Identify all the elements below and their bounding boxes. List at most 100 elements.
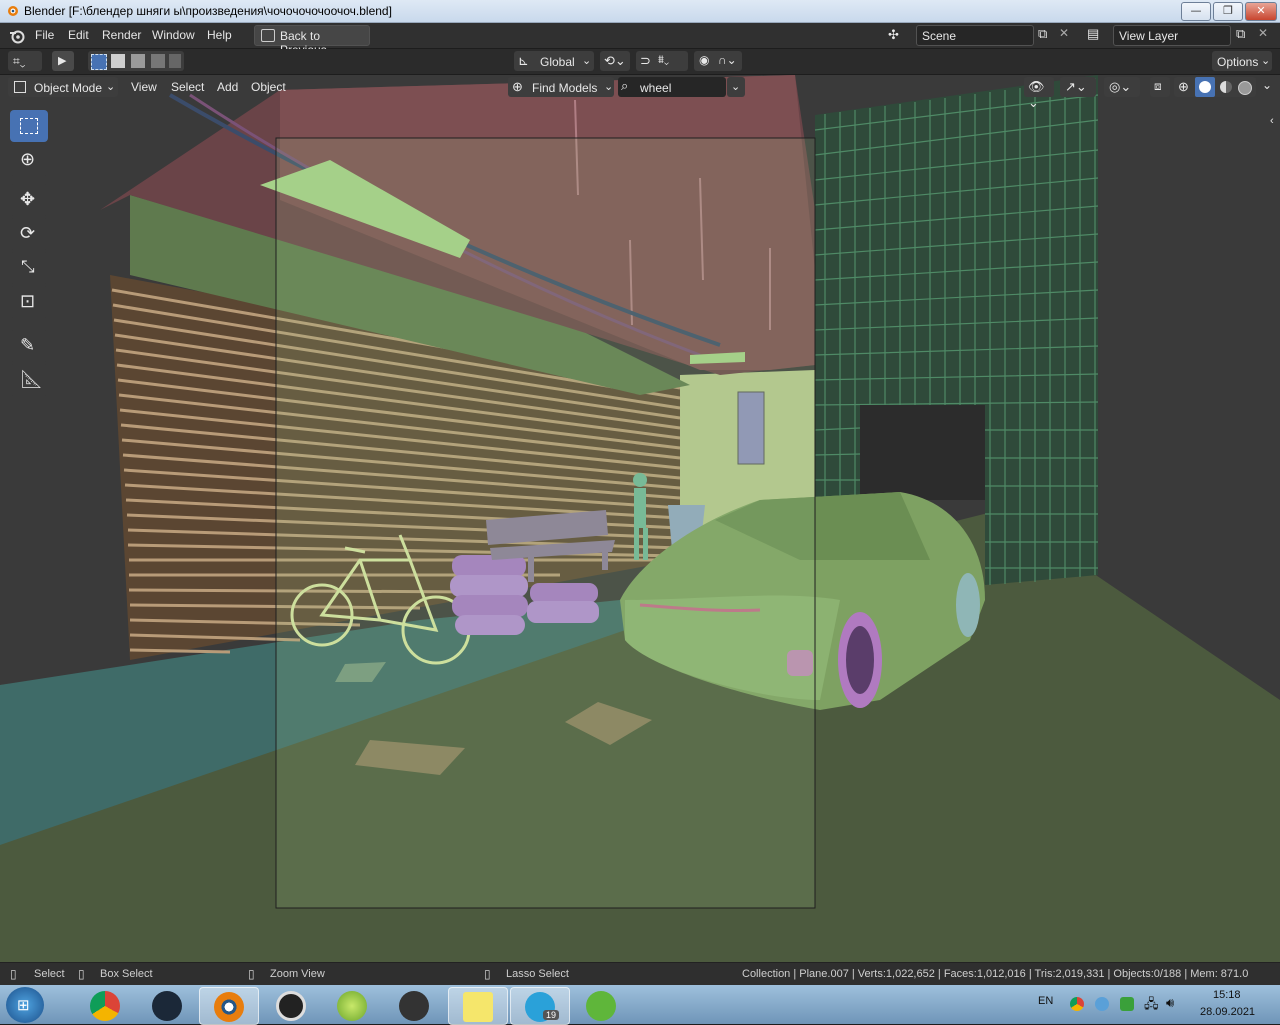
status-lasso-select: Lasso Select [506, 968, 569, 980]
tray-chrome-icon[interactable] [1070, 997, 1084, 1011]
scene-render [0, 75, 1280, 962]
select-new-icon[interactable] [91, 54, 107, 70]
menu-add[interactable]: Add [217, 80, 238, 94]
find-models-dropdown[interactable]: ⊕ Find Models ⌄ [508, 77, 614, 97]
view-layer-icon[interactable]: ▤ [1087, 26, 1099, 42]
view-layer-field[interactable]: View Layer [1113, 25, 1231, 46]
snapping-group[interactable]: ⊃ ⩩⌄ [636, 51, 688, 71]
cursor-icon: ⊕ [20, 149, 36, 169]
blender-logo-icon [8, 6, 18, 16]
select-subtract-icon[interactable] [131, 54, 145, 68]
eye-icon: 👁︎⌄ [1028, 79, 1045, 110]
xray-toggle[interactable]: ⧈ [1150, 77, 1170, 97]
menu-select[interactable]: Select [171, 80, 204, 94]
menu-object[interactable]: Object [251, 80, 286, 94]
telegram-badge: 19 [543, 1010, 560, 1020]
delete-view-layer-icon[interactable]: ✕ [1258, 26, 1268, 40]
select-invert-icon[interactable] [151, 54, 165, 68]
move-tool[interactable]: ✥ [10, 184, 48, 216]
language-indicator[interactable]: EN [1038, 995, 1053, 1007]
clock-date[interactable]: 28.09.2021 [1200, 1006, 1255, 1018]
scene-selector-icon[interactable]: ✣ [884, 25, 914, 45]
start-button[interactable]: ⊞ [6, 987, 44, 1023]
tray-app-icon[interactable] [1095, 997, 1109, 1011]
close-window-button[interactable]: ✕ [1245, 2, 1277, 21]
active-tool-button[interactable]: ▶ [52, 51, 74, 71]
maximize-button[interactable]: ❐ [1213, 2, 1243, 21]
taskbar-blender[interactable] [199, 987, 259, 1025]
back-to-previous-button[interactable]: Back to Previous [254, 25, 370, 57]
tray-shield-icon[interactable] [1120, 997, 1134, 1011]
menu-view[interactable]: View [131, 80, 157, 94]
transform-icon: ⊡ [20, 291, 36, 311]
menu-file[interactable]: File [35, 28, 54, 42]
taskbar-chrome[interactable] [76, 987, 134, 1023]
view-layer-name: View Layer [1119, 29, 1179, 43]
options-dropdown[interactable]: Options ⌄ [1212, 51, 1272, 71]
taskbar-utorrent[interactable] [572, 987, 630, 1023]
chevron-down-icon: ⌄ [582, 55, 592, 67]
measure-tool[interactable]: 📐︎ [10, 364, 48, 396]
sticky-notes-icon [463, 992, 493, 1022]
transform-tool[interactable]: ⊡ [10, 286, 48, 318]
solid-shading-button[interactable] [1195, 77, 1215, 97]
shading-chevron-icon[interactable]: ⌄ [1262, 78, 1272, 92]
pivot-icon: ⟲⌄ [604, 53, 626, 68]
xray-icon: ⧈ [1154, 79, 1162, 93]
shading-mode-group: ⊕ [1174, 77, 1256, 97]
clock-time[interactable]: 15:18 [1213, 989, 1241, 1001]
annotate-tool[interactable]: ✎ [10, 330, 48, 362]
rotate-icon: ⟳ [20, 223, 36, 243]
search-input[interactable]: ⌕ wheel [618, 77, 726, 97]
wireframe-shading-icon[interactable]: ⊕ [1178, 79, 1189, 95]
menu-edit[interactable]: Edit [68, 28, 89, 42]
proportional-editing-group[interactable]: ◉ ∩⌄ [694, 51, 742, 71]
window-titlebar: Blender [F:\блендер шняги ы\произведения… [0, 0, 1280, 23]
mouse-right-icon: ▯ [248, 967, 255, 981]
new-scene-icon[interactable]: ⧉ [1038, 26, 1047, 42]
solid-shading-icon [1199, 81, 1211, 93]
volume-icon[interactable]: 🔊︎ [1166, 995, 1174, 1011]
taskbar-steam[interactable] [138, 987, 196, 1023]
rotate-tool[interactable]: ⟳ [10, 218, 48, 250]
mouse-middle-icon: ▯ [78, 967, 85, 981]
taskbar-telegram[interactable]: 19 [510, 987, 570, 1025]
tool-settings-header: ⌗⌄ ▶ ⊾ Global ⌄ ⟲⌄ ⊃ ⩩⌄ ◉ ∩⌄ Options ⌄ [0, 49, 1280, 74]
chrome-icon [90, 991, 120, 1021]
gizmo-dropdown[interactable]: ↗⌄ [1060, 77, 1096, 97]
find-models-label: Find Models [532, 81, 598, 95]
new-view-layer-icon[interactable]: ⧉ [1236, 26, 1245, 42]
search-icon: ⌕ [621, 78, 629, 93]
scale-tool[interactable]: ⤡ [10, 252, 48, 284]
3d-viewport[interactable]: Object Mode ⌄ View Select Add Object ⊕ F… [0, 75, 1280, 962]
taskbar-sticky-notes[interactable] [448, 987, 508, 1025]
blender-menu-icon[interactable] [9, 28, 25, 44]
taskbar-vivaldi[interactable] [385, 987, 443, 1023]
overlays-dropdown[interactable]: ◎⌄ [1104, 77, 1140, 97]
menu-window[interactable]: Window [152, 28, 195, 42]
network-icon[interactable]: 🖧︎ [1144, 995, 1159, 1017]
mode-dropdown[interactable]: Object Mode ⌄ [8, 77, 118, 97]
scene-name-field[interactable]: Scene [916, 25, 1034, 46]
editor-type-button[interactable]: ⌗⌄ [8, 51, 42, 71]
menu-help[interactable]: Help [207, 28, 232, 42]
sidebar-toggle-icon[interactable]: ‹ [1270, 115, 1274, 127]
rendered-shading-icon[interactable] [1238, 81, 1252, 95]
menu-render[interactable]: Render [102, 28, 141, 42]
utorrent-icon [586, 991, 616, 1021]
material-shading-icon[interactable] [1220, 81, 1232, 93]
object-mode-icon [14, 81, 26, 93]
pivot-point-dropdown[interactable]: ⟲⌄ [600, 51, 630, 71]
select-box-tool[interactable] [10, 110, 48, 142]
transform-orientation-dropdown[interactable]: ⊾ Global ⌄ [514, 51, 594, 71]
select-intersect-icon[interactable] [169, 54, 181, 68]
search-dropdown-button[interactable]: ⌄ [727, 77, 745, 97]
delete-scene-icon[interactable]: ✕ [1059, 26, 1069, 40]
visibility-dropdown[interactable]: 👁︎⌄ [1024, 77, 1054, 110]
minimize-button[interactable]: — [1181, 2, 1211, 21]
cursor-tool[interactable]: ⊕ [10, 144, 48, 176]
select-extend-icon[interactable] [111, 54, 125, 68]
taskbar-lime[interactable] [323, 987, 381, 1023]
taskbar-pinnacle[interactable] [262, 987, 320, 1023]
windows-taskbar: ⊞ 19 EN 🖧︎ 🔊︎ 15:18 28.09.2021 [0, 985, 1280, 1025]
